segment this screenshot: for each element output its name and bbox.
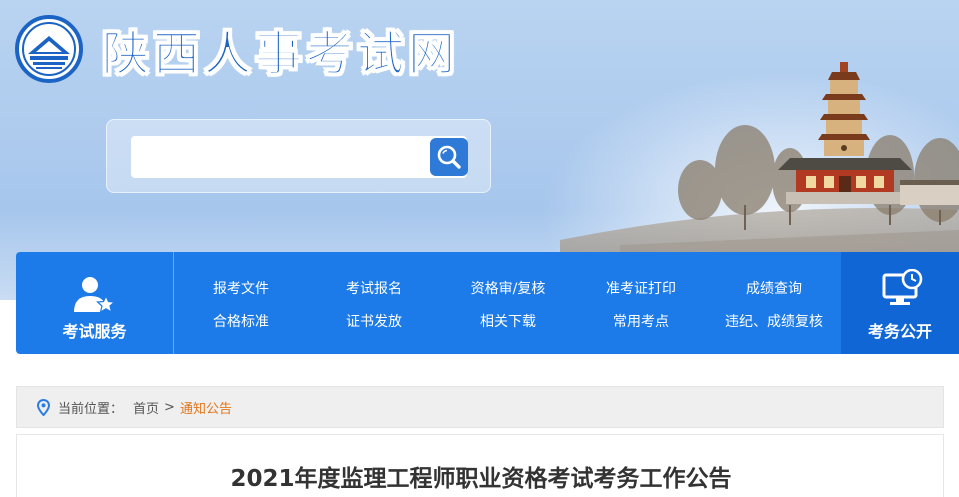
nav-link-registration[interactable]: 考试报名 xyxy=(346,278,402,298)
search-input[interactable] xyxy=(131,136,467,178)
nav-link-pass-standard[interactable]: 合格标准 xyxy=(213,311,269,331)
nav-link-score-query[interactable]: 成绩查询 xyxy=(746,278,802,298)
search-icon xyxy=(437,145,461,169)
exam-affairs-label: 考务公开 xyxy=(867,322,932,341)
nav-links: 报考文件 考试报名 资格审/复核 准考证打印 成绩查询 合格标准 证书发放 相关… xyxy=(174,252,841,354)
nav-link-admission-ticket[interactable]: 准考证打印 xyxy=(606,278,676,298)
breadcrumb-home-link[interactable]: 首页 xyxy=(133,398,159,417)
nav-link-application-docs[interactable]: 报考文件 xyxy=(213,278,269,298)
article-container: 2021年度监理工程师职业资格考试考务工作公告 xyxy=(16,434,944,497)
nav-link-violation-review[interactable]: 违纪、成绩复核 xyxy=(725,311,823,331)
breadcrumb-prefix: 当前位置： xyxy=(58,401,124,417)
user-star-icon xyxy=(74,277,116,314)
site-logo[interactable]: 陕西人事考试网 xyxy=(14,14,459,84)
search-panel xyxy=(106,119,491,193)
nav-link-exam-sites[interactable]: 常用考点 xyxy=(613,311,669,331)
search-button[interactable] xyxy=(430,138,468,176)
article-title: 2021年度监理工程师职业资格考试考务工作公告 xyxy=(230,466,732,492)
exam-service-label: 考试服务 xyxy=(62,322,127,341)
breadcrumb-separator: > xyxy=(164,399,175,415)
breadcrumb-current-link[interactable]: 通知公告 xyxy=(180,398,232,417)
exam-service-tab[interactable]: 考试服务 xyxy=(16,252,174,354)
breadcrumb: 当前位置： 首页 > 通知公告 xyxy=(16,386,944,428)
nav-link-qualification-review[interactable]: 资格审/复核 xyxy=(471,278,546,298)
nav-link-downloads[interactable]: 相关下载 xyxy=(480,311,536,331)
nav-link-certificate[interactable]: 证书发放 xyxy=(346,311,402,331)
location-pin-icon xyxy=(37,398,50,416)
main-nav: 考试服务 报考文件 考试报名 资格审/复核 准考证打印 成绩查询 合格标准 证书… xyxy=(16,252,959,354)
monitor-clock-icon xyxy=(882,269,923,305)
site-title: 陕西人事考试网 xyxy=(102,26,459,82)
exam-affairs-tab[interactable]: 考务公开 xyxy=(841,252,959,354)
building-emblem-icon xyxy=(15,15,83,83)
